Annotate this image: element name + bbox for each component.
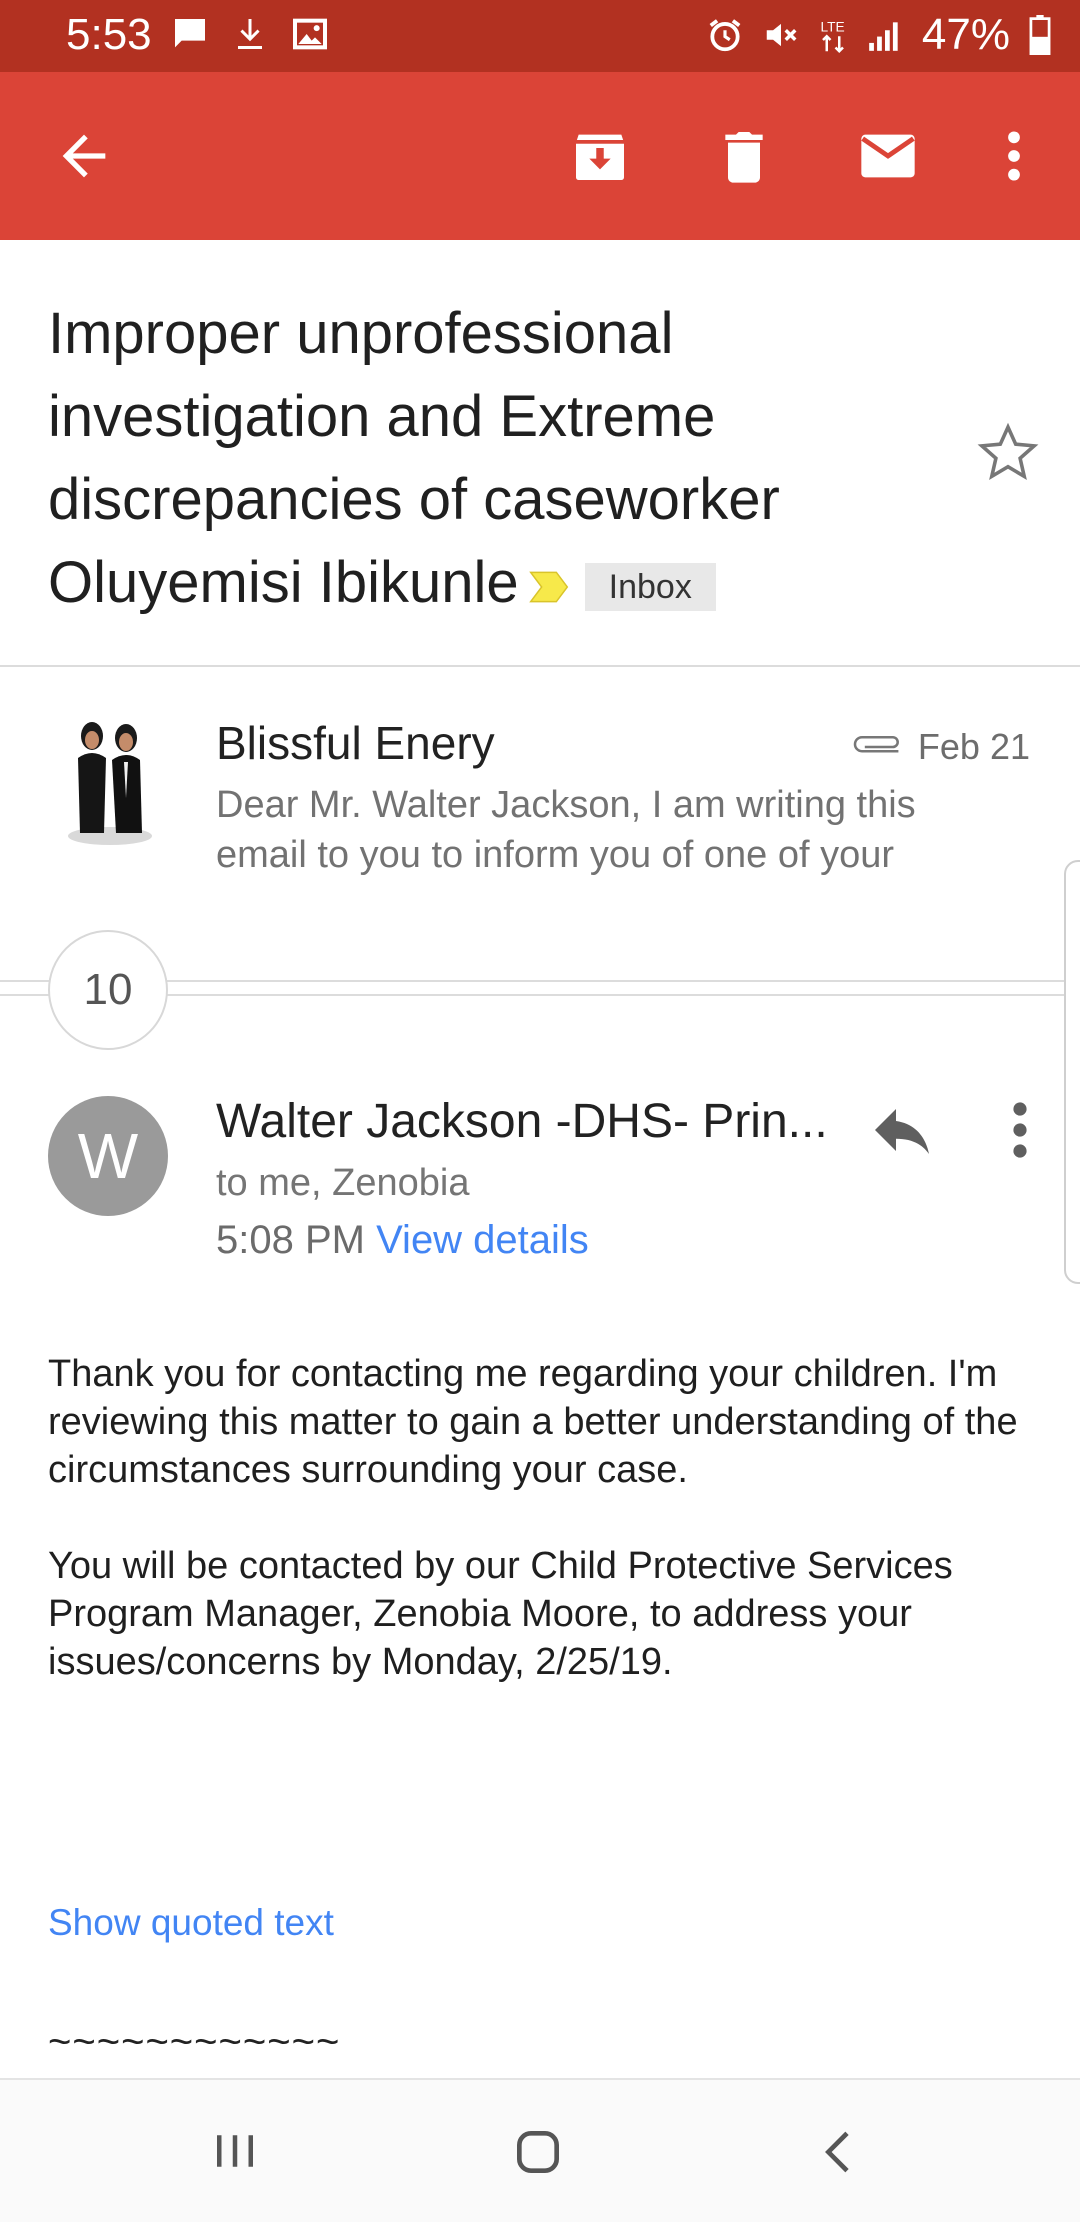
inbox-label-chip[interactable]: Inbox: [584, 562, 716, 611]
star-icon[interactable]: [975, 420, 1041, 486]
archive-icon[interactable]: [568, 124, 632, 188]
svg-text:LTE: LTE: [820, 19, 844, 34]
chat-icon: [175, 19, 205, 48]
signal-icon: [869, 22, 898, 51]
message-snippet: Dear Mr. Walter Jackson, I am writing th…: [216, 784, 916, 876]
image-icon: [293, 18, 327, 50]
download-icon: [238, 19, 262, 49]
expanded-message-header: W Walter Jackson -DHS- Prin... to me, Ze…: [0, 1080, 1080, 1300]
hidden-messages-count[interactable]: 10: [48, 930, 168, 1050]
recipients: to me, Zenobia: [216, 1162, 470, 1204]
status-system-icons: LTE 47%: [706, 10, 1052, 60]
back-arrow-icon[interactable]: [52, 124, 116, 188]
status-bar: 5:53 LTE 47%: [0, 0, 1080, 72]
subject-header: Improper unprofessional investigation an…: [0, 240, 1080, 665]
body-paragraph: Thank you for contacting me regarding yo…: [48, 1353, 1018, 1491]
collapsed-message[interactable]: Blissful Enery Feb 21 Dear Mr. Walter Ja…: [0, 668, 1080, 908]
divider: [0, 665, 1080, 667]
importance-marker-icon[interactable]: [527, 565, 571, 609]
recent-apps-icon[interactable]: [208, 2124, 262, 2178]
mute-icon: [766, 23, 797, 47]
battery-percent: 47%: [921, 10, 1010, 59]
sender-name[interactable]: Walter Jackson -DHS- Prin...: [216, 1094, 828, 1149]
email-subject: Improper unprofessional investigation an…: [48, 292, 888, 624]
attachment-icon: [853, 735, 899, 753]
toolbar: [0, 72, 1080, 240]
show-quoted-text-link[interactable]: Show quoted text: [48, 1902, 334, 1944]
sender-name: Blissful Enery: [216, 717, 495, 769]
message-more-icon[interactable]: [1000, 1094, 1040, 1166]
back-icon[interactable]: [812, 2124, 868, 2180]
alarm-icon: [709, 19, 741, 52]
body-paragraph: You will be contacted by our Child Prote…: [48, 1545, 953, 1683]
message-date: Feb 21: [848, 726, 1030, 768]
view-details-link[interactable]: View details: [376, 1218, 589, 1262]
message-time-row: 5:08 PM View details: [216, 1218, 589, 1263]
signature-line: ~~~~~~~~~~~~: [48, 2020, 341, 2064]
status-notification-icons: [170, 14, 330, 54]
sender-avatar[interactable]: W: [48, 1096, 168, 1216]
reply-icon[interactable]: [866, 1094, 938, 1166]
status-time: 5:53: [66, 10, 152, 59]
sender-avatar-photo: [68, 722, 152, 845]
battery-icon: [1029, 15, 1051, 55]
delete-icon[interactable]: [712, 124, 776, 188]
mark-unread-icon[interactable]: [856, 124, 920, 188]
message-time: 5:08 PM: [216, 1218, 365, 1262]
message-date-text: Feb 21: [917, 726, 1030, 767]
data-icon: LTE: [820, 19, 845, 54]
message-body: Thank you for contacting me regarding yo…: [48, 1350, 1048, 1734]
more-vert-icon[interactable]: [982, 124, 1046, 188]
navigation-bar: [0, 2078, 1080, 2222]
home-icon[interactable]: [510, 2124, 566, 2180]
